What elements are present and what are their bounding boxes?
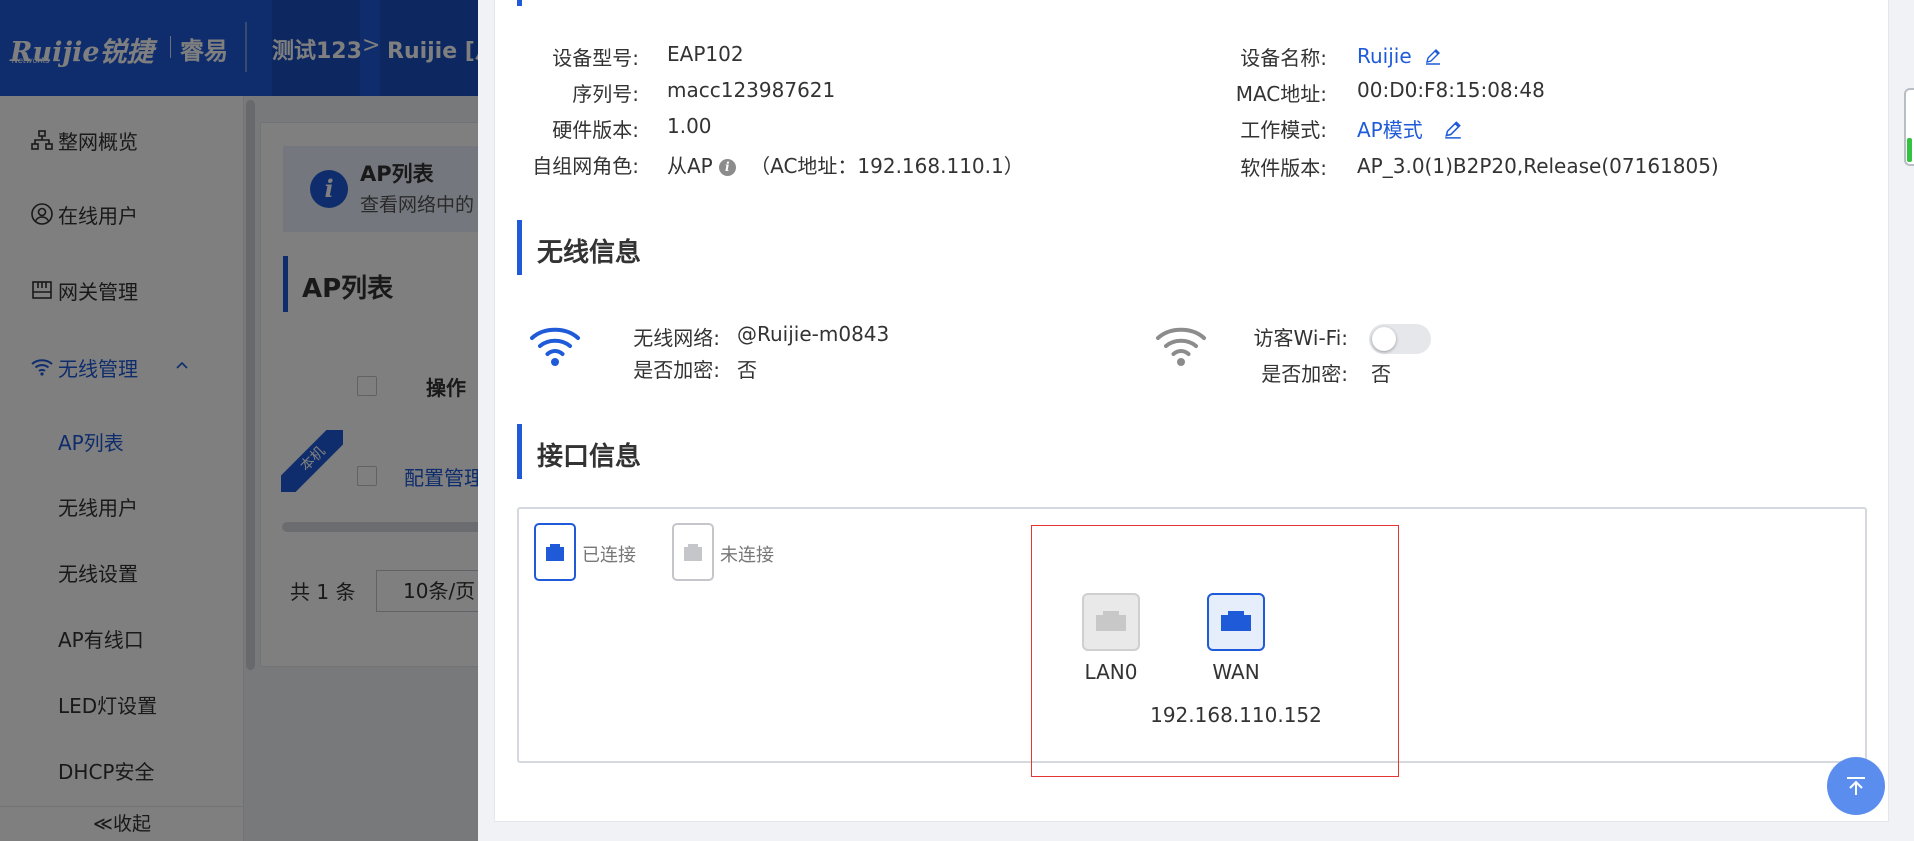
info-icon[interactable]: i: [718, 159, 736, 176]
encryption-value: 否: [737, 358, 757, 382]
software-version-value: AP_3.0(1)B2P20,Release(07161805): [1357, 154, 1719, 178]
legend-connected-port: [534, 523, 576, 581]
status-indicator: [1907, 138, 1912, 162]
guest-wifi-label: 访客Wi-Fi:: [1253, 326, 1348, 350]
model-value: EAP102: [667, 42, 744, 66]
software-version-label: 软件版本:: [1240, 156, 1327, 180]
work-mode-value[interactable]: AP模式: [1357, 118, 1423, 142]
edit-pencil-icon[interactable]: [1424, 46, 1442, 70]
back-to-top-button[interactable]: [1827, 757, 1885, 815]
guest-wifi-icon: [1155, 324, 1207, 373]
legend-disconnected-label: 未连接: [720, 545, 774, 566]
legend-connected-label: 已连接: [582, 545, 636, 566]
device-name-value[interactable]: Ruijie: [1357, 44, 1412, 68]
mac-value: 00:D0:F8:15:08:48: [1357, 78, 1545, 102]
section-accent-bar-top: [517, 0, 522, 6]
guest-encryption-value: 否: [1371, 362, 1391, 386]
model-label: 设备型号:: [552, 46, 639, 70]
guest-wifi-toggle[interactable]: [1369, 324, 1431, 354]
mac-label: MAC地址:: [1235, 82, 1327, 106]
device-name-label: 设备名称:: [1240, 46, 1327, 70]
legend-disconnected-port: [672, 523, 714, 581]
toggle-knob: [1372, 327, 1396, 351]
highlight-box: [1031, 525, 1399, 777]
hardware-version-label: 硬件版本:: [552, 118, 639, 142]
guest-encryption-label: 是否加密:: [1261, 362, 1348, 386]
serial-label: 序列号:: [572, 82, 639, 106]
section-accent-bar: [517, 220, 522, 275]
work-mode-label: 工作模式:: [1240, 118, 1327, 142]
ac-address: （AC地址：192.168.110.1）: [750, 154, 1024, 178]
arrow-up-icon: [1847, 777, 1865, 795]
section-accent-bar: [517, 424, 522, 479]
serial-value: macc123987621: [667, 78, 836, 102]
hardware-version-value: 1.00: [667, 114, 712, 138]
device-name[interactable]: Ruijie: [1357, 44, 1442, 70]
modal-overlay[interactable]: [0, 0, 478, 841]
edit-pencil-icon[interactable]: [1443, 119, 1463, 144]
wireless-info-title: 无线信息: [537, 238, 642, 268]
mesh-role-value: 从AP: [667, 154, 713, 178]
mesh-role: 从AP i （AC地址：192.168.110.1）: [667, 150, 1024, 179]
encryption-label: 是否加密:: [633, 358, 720, 382]
interface-info-title: 接口信息: [537, 442, 642, 472]
work-mode[interactable]: AP模式: [1357, 114, 1463, 144]
mesh-role-label: 自组网角色:: [532, 154, 639, 178]
wireless-network-label: 无线网络:: [633, 326, 720, 350]
wifi-icon: [529, 324, 581, 373]
wireless-network-value: @Ruijie-m0843: [737, 322, 890, 346]
